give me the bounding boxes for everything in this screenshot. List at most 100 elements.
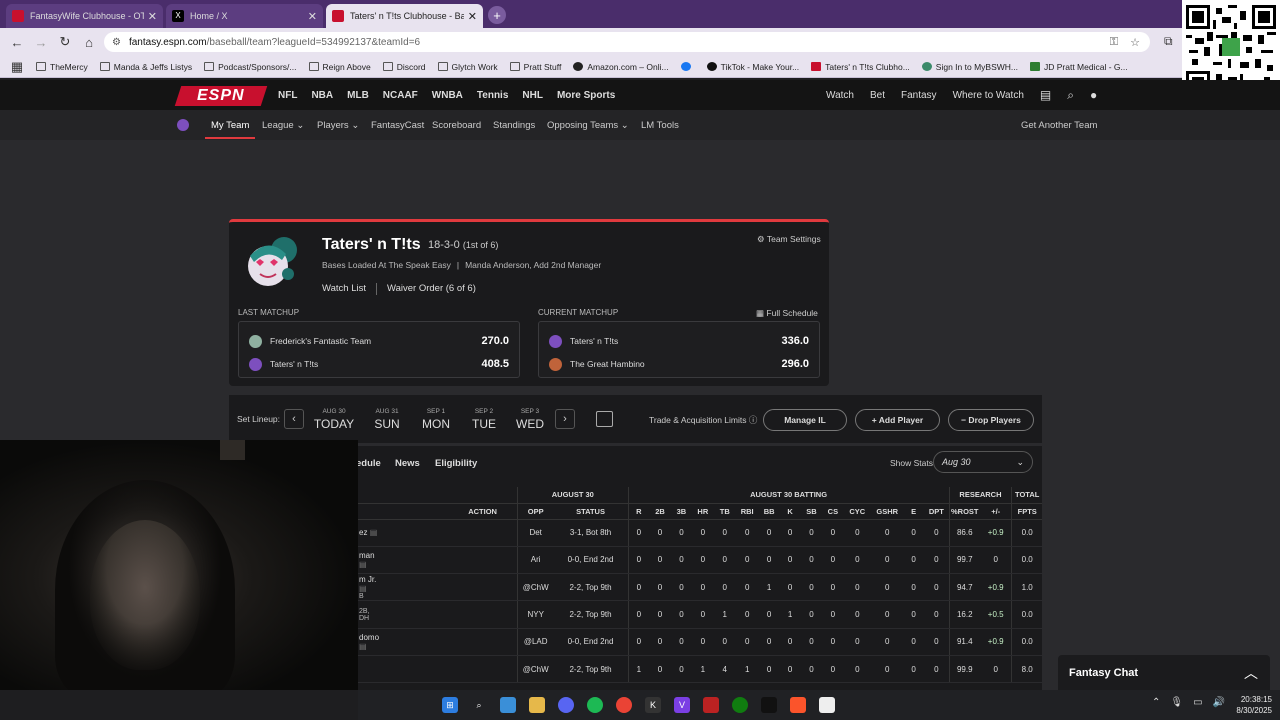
subnav-my-team[interactable]: My Team <box>211 120 249 131</box>
col-cyc[interactable]: CYC <box>843 503 872 520</box>
browser-tab-fantasywife[interactable]: FantasyWife Clubhouse - OT A: ✕ <box>6 4 163 28</box>
app-icon[interactable]: V <box>674 697 690 713</box>
nav-nfl[interactable]: NFL <box>278 90 297 101</box>
col-dpt[interactable]: DPT <box>924 503 950 520</box>
opp-cell[interactable]: NYY <box>516 600 554 629</box>
nav-bet[interactable]: Bet <box>870 90 885 101</box>
stats-period-select[interactable]: Aug 30 ⌄ <box>933 451 1033 473</box>
waiver-order-link[interactable]: Waiver Order (6 of 6) <box>387 283 476 295</box>
nav-nhl[interactable]: NHL <box>522 90 543 101</box>
nav-nba[interactable]: NBA <box>311 90 333 101</box>
app-icon[interactable]: K <box>645 697 661 713</box>
watch-list-link[interactable]: Watch List <box>322 283 366 295</box>
manage-il-button[interactable]: Manage IL <box>763 409 847 431</box>
reload-icon[interactable]: ↻ <box>56 33 74 51</box>
browser-tab-taters[interactable]: Taters' n T!ts Clubhouse - Base ✕ <box>326 4 483 28</box>
nav-tennis[interactable]: Tennis <box>477 90 508 101</box>
chrome-icon[interactable] <box>616 697 632 713</box>
url-bar[interactable]: ⚙ fantasy.espn.com /baseball/team?league… <box>104 32 1150 52</box>
nav-fantasy[interactable]: Fantasy <box>901 90 937 101</box>
subnav-opposing-teams[interactable]: Opposing Teams ⌄ <box>547 120 629 131</box>
password-key-icon[interactable]: ⚿ <box>1110 36 1118 49</box>
news-icon[interactable]: ▤ <box>359 584 367 593</box>
nav-where-to-watch[interactable]: Where to Watch <box>953 90 1024 101</box>
close-tab-icon[interactable]: ✕ <box>148 10 157 23</box>
home-icon[interactable]: ⌂ <box>80 33 98 51</box>
subnav-players[interactable]: Players ⌄ <box>317 120 359 131</box>
day-tue[interactable]: SEP 2 TUE <box>462 408 506 431</box>
bookmark-star-icon[interactable]: ☆ <box>1130 36 1140 49</box>
prev-day-button[interactable]: ‹ <box>284 409 304 429</box>
bookmark-tiktok[interactable]: TikTok - Make Your... <box>706 62 799 72</box>
status-cell[interactable]: 0-0, End 2nd <box>553 546 629 575</box>
tab-news[interactable]: News <box>395 458 420 469</box>
col-plusminus[interactable]: +/- <box>980 503 1012 520</box>
bookmark-folder[interactable]: Manda & Jeffs Listys <box>99 62 192 72</box>
col-e[interactable]: E <box>903 503 925 520</box>
status-cell[interactable]: 2-2, Top 9th <box>553 600 629 629</box>
profile-icon[interactable]: ● <box>1090 88 1097 102</box>
col-3b[interactable]: 3B <box>670 503 692 520</box>
opp-cell[interactable]: @ChW <box>516 655 554 684</box>
col-rost[interactable]: %ROST <box>948 503 980 520</box>
system-clock[interactable]: 20:38:15 8/30/2025 <box>1226 694 1272 716</box>
brave-icon[interactable] <box>790 697 806 713</box>
new-tab-button[interactable]: + <box>488 6 506 24</box>
microphone-icon[interactable]: 🎙 <box>1170 697 1183 708</box>
col-opp[interactable]: OPP <box>516 503 554 520</box>
bookmark-folder[interactable]: Glytch Work <box>437 62 498 72</box>
notepad-icon[interactable] <box>819 697 835 713</box>
col-2b[interactable]: 2B <box>649 503 671 520</box>
col-bb[interactable]: BB <box>758 503 780 520</box>
site-info-icon[interactable]: ⚙ <box>112 37 121 48</box>
next-day-button[interactable]: › <box>555 409 575 429</box>
league-logo-icon[interactable] <box>177 119 189 131</box>
browser-tab-x[interactable]: X Home / X ✕ <box>166 4 323 28</box>
col-rbi[interactable]: RBI <box>735 503 759 520</box>
news-icon[interactable]: ▤ <box>359 642 367 651</box>
col-tb[interactable]: TB <box>713 503 736 520</box>
subnav-league[interactable]: League ⌄ <box>262 120 304 131</box>
discord-icon[interactable] <box>558 697 574 713</box>
widgets-icon[interactable] <box>500 697 516 713</box>
col-cs[interactable]: CS <box>822 503 844 520</box>
nav-watch[interactable]: Watch <box>826 90 854 101</box>
day-today[interactable]: AUG 30 TODAY <box>312 408 356 431</box>
search-icon[interactable]: ⌕ <box>471 697 487 713</box>
news-icon[interactable]: ▤ <box>359 560 367 569</box>
team-settings-link[interactable]: ⚙ Team Settings <box>757 234 821 245</box>
last-matchup-box[interactable]: Frederick's Fantastic Team 270.0 Taters'… <box>238 321 520 378</box>
espn-logo[interactable]: ESPN <box>174 86 268 106</box>
bookmark-folder[interactable]: Reign Above <box>308 62 371 72</box>
xbox-icon[interactable] <box>732 697 748 713</box>
nav-ncaaf[interactable]: NCAAF <box>383 90 418 101</box>
tab-schedule[interactable]: edule <box>356 458 381 469</box>
col-k[interactable]: K <box>779 503 801 520</box>
search-icon[interactable]: ⌕ <box>1067 88 1074 103</box>
subnav-lm-tools[interactable]: LM Tools <box>641 120 679 131</box>
day-sun[interactable]: AUG 31 SUN <box>365 408 409 431</box>
opp-cell[interactable]: Ari <box>516 546 554 575</box>
news-icon[interactable]: ▤ <box>370 528 378 537</box>
nav-more-sports[interactable]: More Sports <box>557 90 615 101</box>
col-hr[interactable]: HR <box>691 503 714 520</box>
get-another-team-link[interactable]: Get Another Team <box>1021 120 1097 131</box>
col-sb[interactable]: SB <box>800 503 823 520</box>
close-tab-icon[interactable]: ✕ <box>308 10 317 23</box>
bookmark-folder[interactable]: Podcast/Sponsors/... <box>204 62 297 72</box>
bookmark-folder[interactable]: TheMercy <box>36 62 88 72</box>
extensions-icon[interactable]: ⧉ <box>1164 34 1173 49</box>
volume-icon[interactable]: 🔊 <box>1213 697 1225 708</box>
network-icon[interactable]: ▭ <box>1193 697 1202 708</box>
chevron-up-icon[interactable]: ︿ <box>1244 663 1258 683</box>
bookmark-facebook[interactable] <box>680 62 695 71</box>
league-name[interactable]: Bases Loaded At The Speak Easy <box>322 260 451 270</box>
subnav-scoreboard[interactable]: Scoreboard <box>432 120 481 131</box>
bookmark-folder[interactable]: Discord <box>382 62 426 72</box>
bookmark-taters[interactable]: Taters' n T!ts Clubho... <box>811 62 910 72</box>
bookmark-jdpratt[interactable]: JD Pratt Medical - G... <box>1030 62 1128 72</box>
col-r[interactable]: R <box>627 503 650 520</box>
chevron-up-icon[interactable]: ⌃ <box>1152 697 1160 708</box>
bookmark-folder[interactable]: Pratt Stuff <box>509 62 561 72</box>
app-icon[interactable] <box>703 697 719 713</box>
